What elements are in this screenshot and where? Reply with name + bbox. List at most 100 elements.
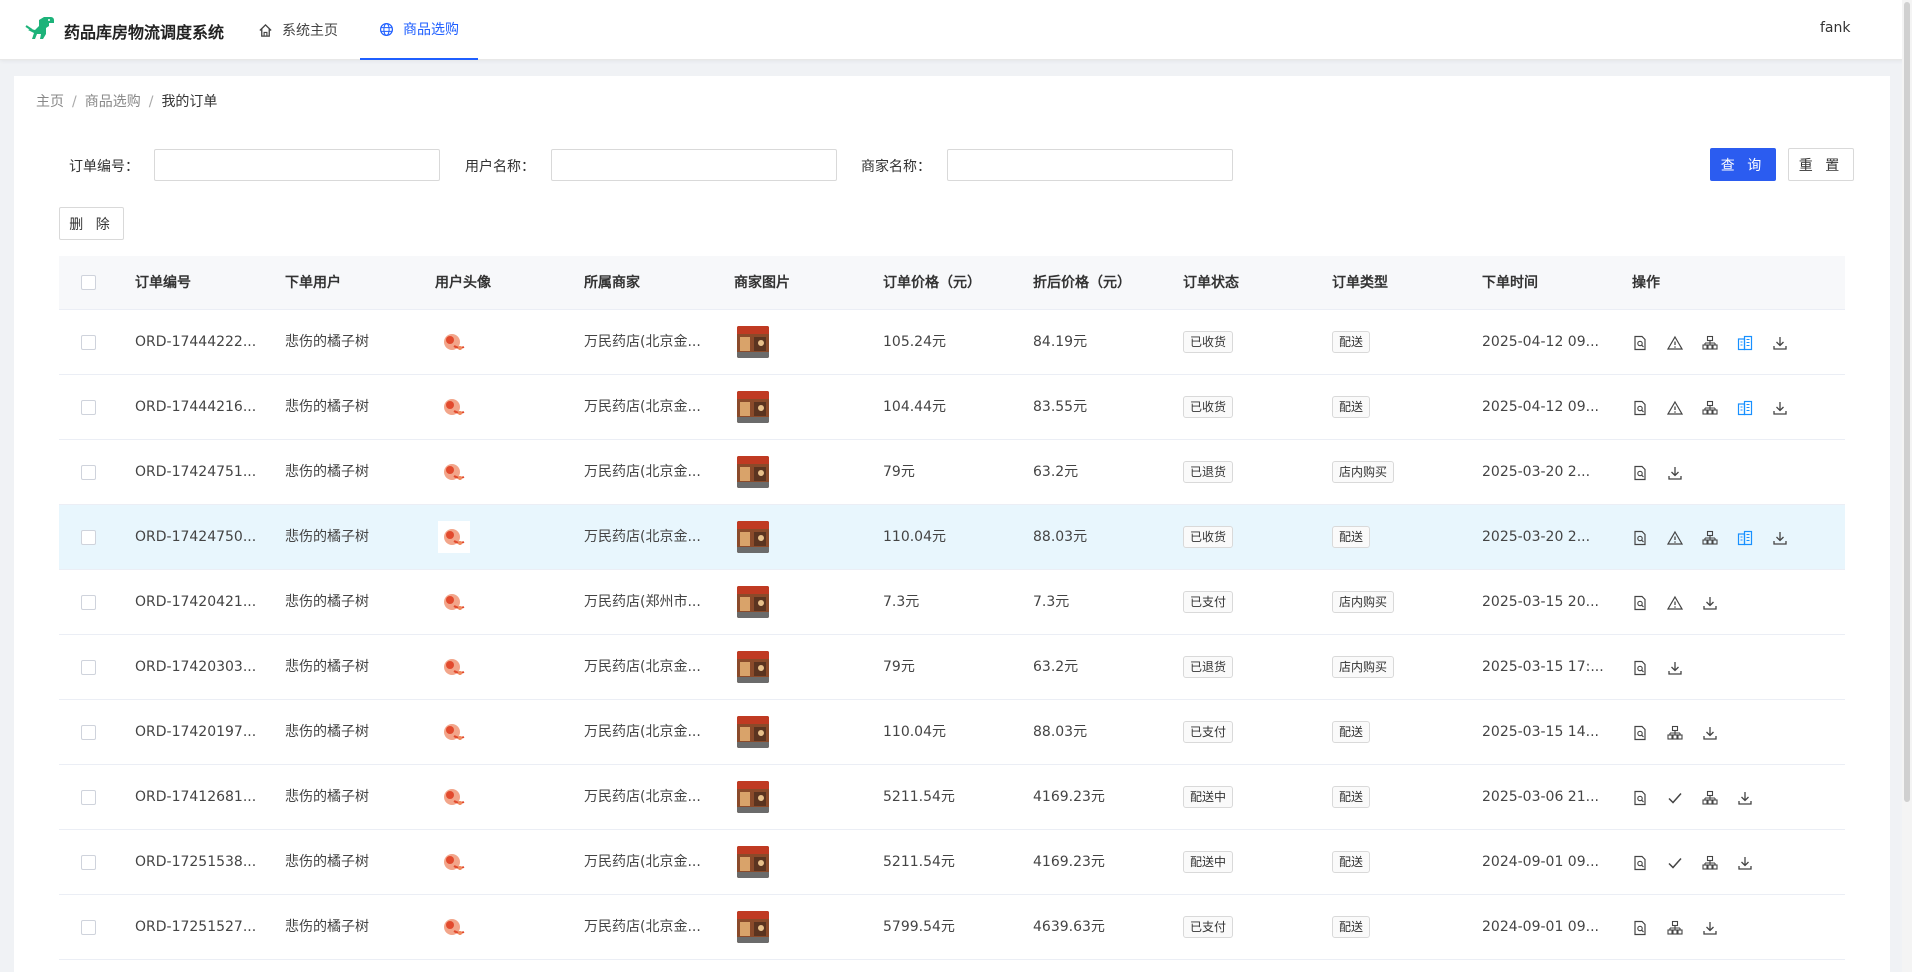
download-icon[interactable]	[1737, 790, 1753, 806]
user-avatar[interactable]	[438, 326, 470, 358]
row-checkbox[interactable]	[81, 465, 96, 480]
row-checkbox[interactable]	[81, 920, 96, 935]
row-checkbox[interactable]	[81, 335, 96, 350]
user-avatar[interactable]	[438, 651, 470, 683]
order-time-cell: 2025-03-15 17:...	[1482, 659, 1604, 675]
shop-image[interactable]	[737, 456, 769, 488]
price-cell: 110.04元	[883, 529, 946, 545]
detail-icon[interactable]	[1632, 530, 1648, 546]
download-icon[interactable]	[1667, 660, 1683, 676]
table-row[interactable]: ORD-17424751... 悲伤的橘子树 万民药店(北京金... 79元 63.2元…	[59, 440, 1845, 505]
orders-panel: 主页 / 商品选购 / 我的订单 订单编号： 用户名称： 商家名称： 查 询 重 置 删…	[14, 76, 1890, 972]
column-header: 下单时间	[1482, 275, 1538, 291]
user-name-input[interactable]	[551, 149, 837, 181]
download-icon[interactable]	[1702, 920, 1718, 936]
shop-cell: 万民药店(北京金...	[584, 724, 701, 740]
shop-cell: 万民药店(北京金...	[584, 529, 701, 545]
breadcrumb-separator: /	[148, 94, 154, 110]
detail-icon[interactable]	[1632, 595, 1648, 611]
user-avatar[interactable]	[438, 781, 470, 813]
user-avatar[interactable]	[438, 586, 470, 618]
shop-image[interactable]	[737, 586, 769, 618]
warning-icon[interactable]	[1667, 335, 1683, 351]
row-checkbox[interactable]	[81, 660, 96, 675]
row-checkbox[interactable]	[81, 530, 96, 545]
query-button[interactable]: 查 询	[1710, 148, 1776, 181]
download-icon[interactable]	[1737, 855, 1753, 871]
building-icon[interactable]	[1737, 335, 1753, 351]
detail-icon[interactable]	[1632, 855, 1648, 871]
shop-image[interactable]	[737, 326, 769, 358]
warning-icon[interactable]	[1667, 595, 1683, 611]
table-row[interactable]: ORD-17412681... 悲伤的橘子树 万民药店(北京金... 5211.54元…	[59, 765, 1845, 830]
detail-icon[interactable]	[1632, 920, 1648, 936]
detail-icon[interactable]	[1632, 335, 1648, 351]
shop-image[interactable]	[737, 846, 769, 878]
org-icon[interactable]	[1702, 335, 1718, 351]
org-icon[interactable]	[1667, 725, 1683, 741]
current-user[interactable]: fank	[1820, 20, 1851, 36]
row-checkbox[interactable]	[81, 400, 96, 415]
download-icon[interactable]	[1667, 465, 1683, 481]
warning-icon[interactable]	[1667, 400, 1683, 416]
user-avatar[interactable]	[438, 911, 470, 943]
building-icon[interactable]	[1737, 400, 1753, 416]
user-avatar[interactable]	[438, 391, 470, 423]
user-avatar[interactable]	[438, 456, 470, 488]
check-icon[interactable]	[1667, 855, 1683, 871]
breadcrumb-shop[interactable]: 商品选购	[85, 91, 141, 111]
breadcrumb-home[interactable]: 主页	[36, 91, 64, 111]
delete-button[interactable]: 删 除	[59, 207, 124, 240]
shop-image[interactable]	[737, 391, 769, 423]
row-checkbox[interactable]	[81, 855, 96, 870]
row-checkbox[interactable]	[81, 790, 96, 805]
table-row[interactable]: ORD-17420303... 悲伤的橘子树 万民药店(北京金... 79元 63.2元…	[59, 635, 1845, 700]
download-icon[interactable]	[1702, 595, 1718, 611]
shop-image[interactable]	[737, 716, 769, 748]
warning-icon[interactable]	[1667, 530, 1683, 546]
page-scrollbar[interactable]	[1902, 0, 1912, 972]
building-icon[interactable]	[1737, 530, 1753, 546]
order-no-input[interactable]	[154, 149, 440, 181]
download-icon[interactable]	[1772, 335, 1788, 351]
detail-icon[interactable]	[1632, 790, 1648, 806]
org-icon[interactable]	[1702, 855, 1718, 871]
shop-name-input[interactable]	[947, 149, 1233, 181]
reset-button[interactable]: 重 置	[1788, 148, 1854, 181]
shop-image[interactable]	[737, 781, 769, 813]
detail-icon[interactable]	[1632, 725, 1648, 741]
detail-icon[interactable]	[1632, 465, 1648, 481]
table-row[interactable]: ORD-17251527... 悲伤的橘子树 万民药店(北京金... 5799.54元…	[59, 895, 1845, 960]
table-row[interactable]: ORD-17251538... 悲伤的橘子树 万民药店(北京金... 5211.54元…	[59, 830, 1845, 895]
table-row[interactable]: ORD-17444216... 悲伤的橘子树 万民药店(北京金... 104.44元 8…	[59, 375, 1845, 440]
nav-item-home[interactable]: 系统主页	[258, 0, 338, 60]
download-icon[interactable]	[1772, 400, 1788, 416]
row-checkbox[interactable]	[81, 725, 96, 740]
row-checkbox[interactable]	[81, 595, 96, 610]
shop-cell: 万民药店(北京金...	[584, 854, 701, 870]
detail-icon[interactable]	[1632, 400, 1648, 416]
table-row[interactable]: ORD-17444222... 悲伤的橘子树 万民药店(北京金... 105.24元 8…	[59, 310, 1845, 375]
table-row[interactable]: ORD-17420421... 悲伤的橘子树 万民药店(郑州市... 7.3元 7.3元…	[59, 570, 1845, 635]
user-avatar[interactable]	[438, 846, 470, 878]
shop-image[interactable]	[737, 521, 769, 553]
org-icon[interactable]	[1667, 920, 1683, 936]
scrollbar-thumb[interactable]	[1904, 2, 1910, 802]
shop-image[interactable]	[737, 911, 769, 943]
nav-item-shop[interactable]: 商品选购	[360, 0, 478, 60]
org-icon[interactable]	[1702, 530, 1718, 546]
table-row[interactable]: ORD-17424750... 悲伤的橘子树 万民药店(北京金... 110.04元 8…	[59, 505, 1845, 570]
user-avatar[interactable]	[438, 716, 470, 748]
table-row[interactable]: ORD-17420197... 悲伤的橘子树 万民药店(北京金... 110.04元 8…	[59, 700, 1845, 765]
download-icon[interactable]	[1702, 725, 1718, 741]
price-cell: 104.44元	[883, 399, 946, 415]
select-all-checkbox[interactable]	[81, 275, 96, 290]
detail-icon[interactable]	[1632, 660, 1648, 676]
org-icon[interactable]	[1702, 400, 1718, 416]
price-cell: 105.24元	[883, 334, 946, 350]
user-avatar[interactable]	[438, 521, 470, 553]
org-icon[interactable]	[1702, 790, 1718, 806]
shop-image[interactable]	[737, 651, 769, 683]
download-icon[interactable]	[1772, 530, 1788, 546]
check-icon[interactable]	[1667, 790, 1683, 806]
